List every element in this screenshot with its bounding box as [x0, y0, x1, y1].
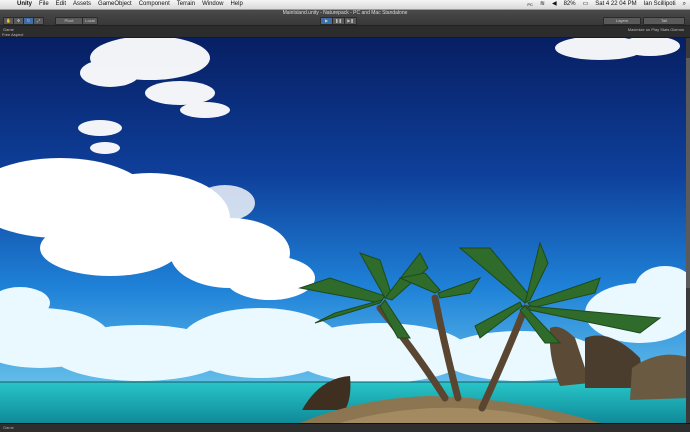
island-scene	[0, 38, 690, 423]
menu-assets[interactable]: Assets	[73, 0, 91, 9]
game-view-options[interactable]: Maximize on Play Stats Gizmos	[628, 27, 684, 32]
menu-gameobject[interactable]: GameObject	[98, 0, 132, 9]
menu-edit[interactable]: Edit	[56, 0, 66, 9]
clock[interactable]: Sat 4 22 04 PM	[595, 0, 636, 9]
mac-menu-bar: Unity File Edit Assets GameObject Compon…	[0, 0, 690, 10]
window-title: MainIsland.unity - Naturepack - PC and M…	[282, 10, 408, 16]
menu-window[interactable]: Window	[202, 0, 223, 9]
unity-toolbar: MainIsland.unity - Naturepack - PC and M…	[0, 10, 690, 26]
menu-component[interactable]: Component	[139, 0, 170, 9]
menu-terrain[interactable]: Terrain	[177, 0, 195, 9]
battery-status[interactable]: 82%	[564, 0, 576, 9]
battery-icon[interactable]: ▭	[583, 0, 589, 9]
pivot-toggle[interactable]: Pivot	[55, 17, 83, 25]
wifi-icon[interactable]: ≋	[540, 0, 545, 9]
bottom-status-text: Game	[3, 425, 14, 430]
scrollbar-thumb[interactable]	[686, 58, 690, 288]
layers-dropdown[interactable]: Layers	[603, 17, 641, 25]
spotlight-icon[interactable]: ⌕	[683, 0, 686, 9]
user-name[interactable]: Ian Scillipoti	[644, 0, 676, 9]
status-aux[interactable]: PC	[527, 2, 533, 7]
menu-items: Unity File Edit Assets GameObject Compon…	[17, 0, 243, 9]
menu-help[interactable]: Help	[230, 0, 242, 9]
game-view-header: Game Free Aspect Maximize on Play Stats …	[0, 26, 690, 38]
layout-dropdown[interactable]: Tall	[643, 17, 685, 25]
menu-file[interactable]: File	[39, 0, 49, 9]
status-area: PC ≋ ◀ 82% ▭ Sat 4 22 04 PM Ian Scillipo…	[527, 0, 686, 9]
step-button[interactable]: ▶❚	[344, 17, 357, 25]
right-scrollbar[interactable]	[686, 38, 690, 423]
local-toggle[interactable]: Local	[82, 17, 98, 25]
menu-unity[interactable]: Unity	[17, 0, 32, 9]
aspect-dropdown[interactable]: Free Aspect	[2, 32, 23, 37]
game-viewport[interactable]	[0, 38, 690, 423]
volume-icon[interactable]: ◀	[552, 0, 557, 9]
scale-tool-button[interactable]: ⤢	[33, 17, 44, 25]
